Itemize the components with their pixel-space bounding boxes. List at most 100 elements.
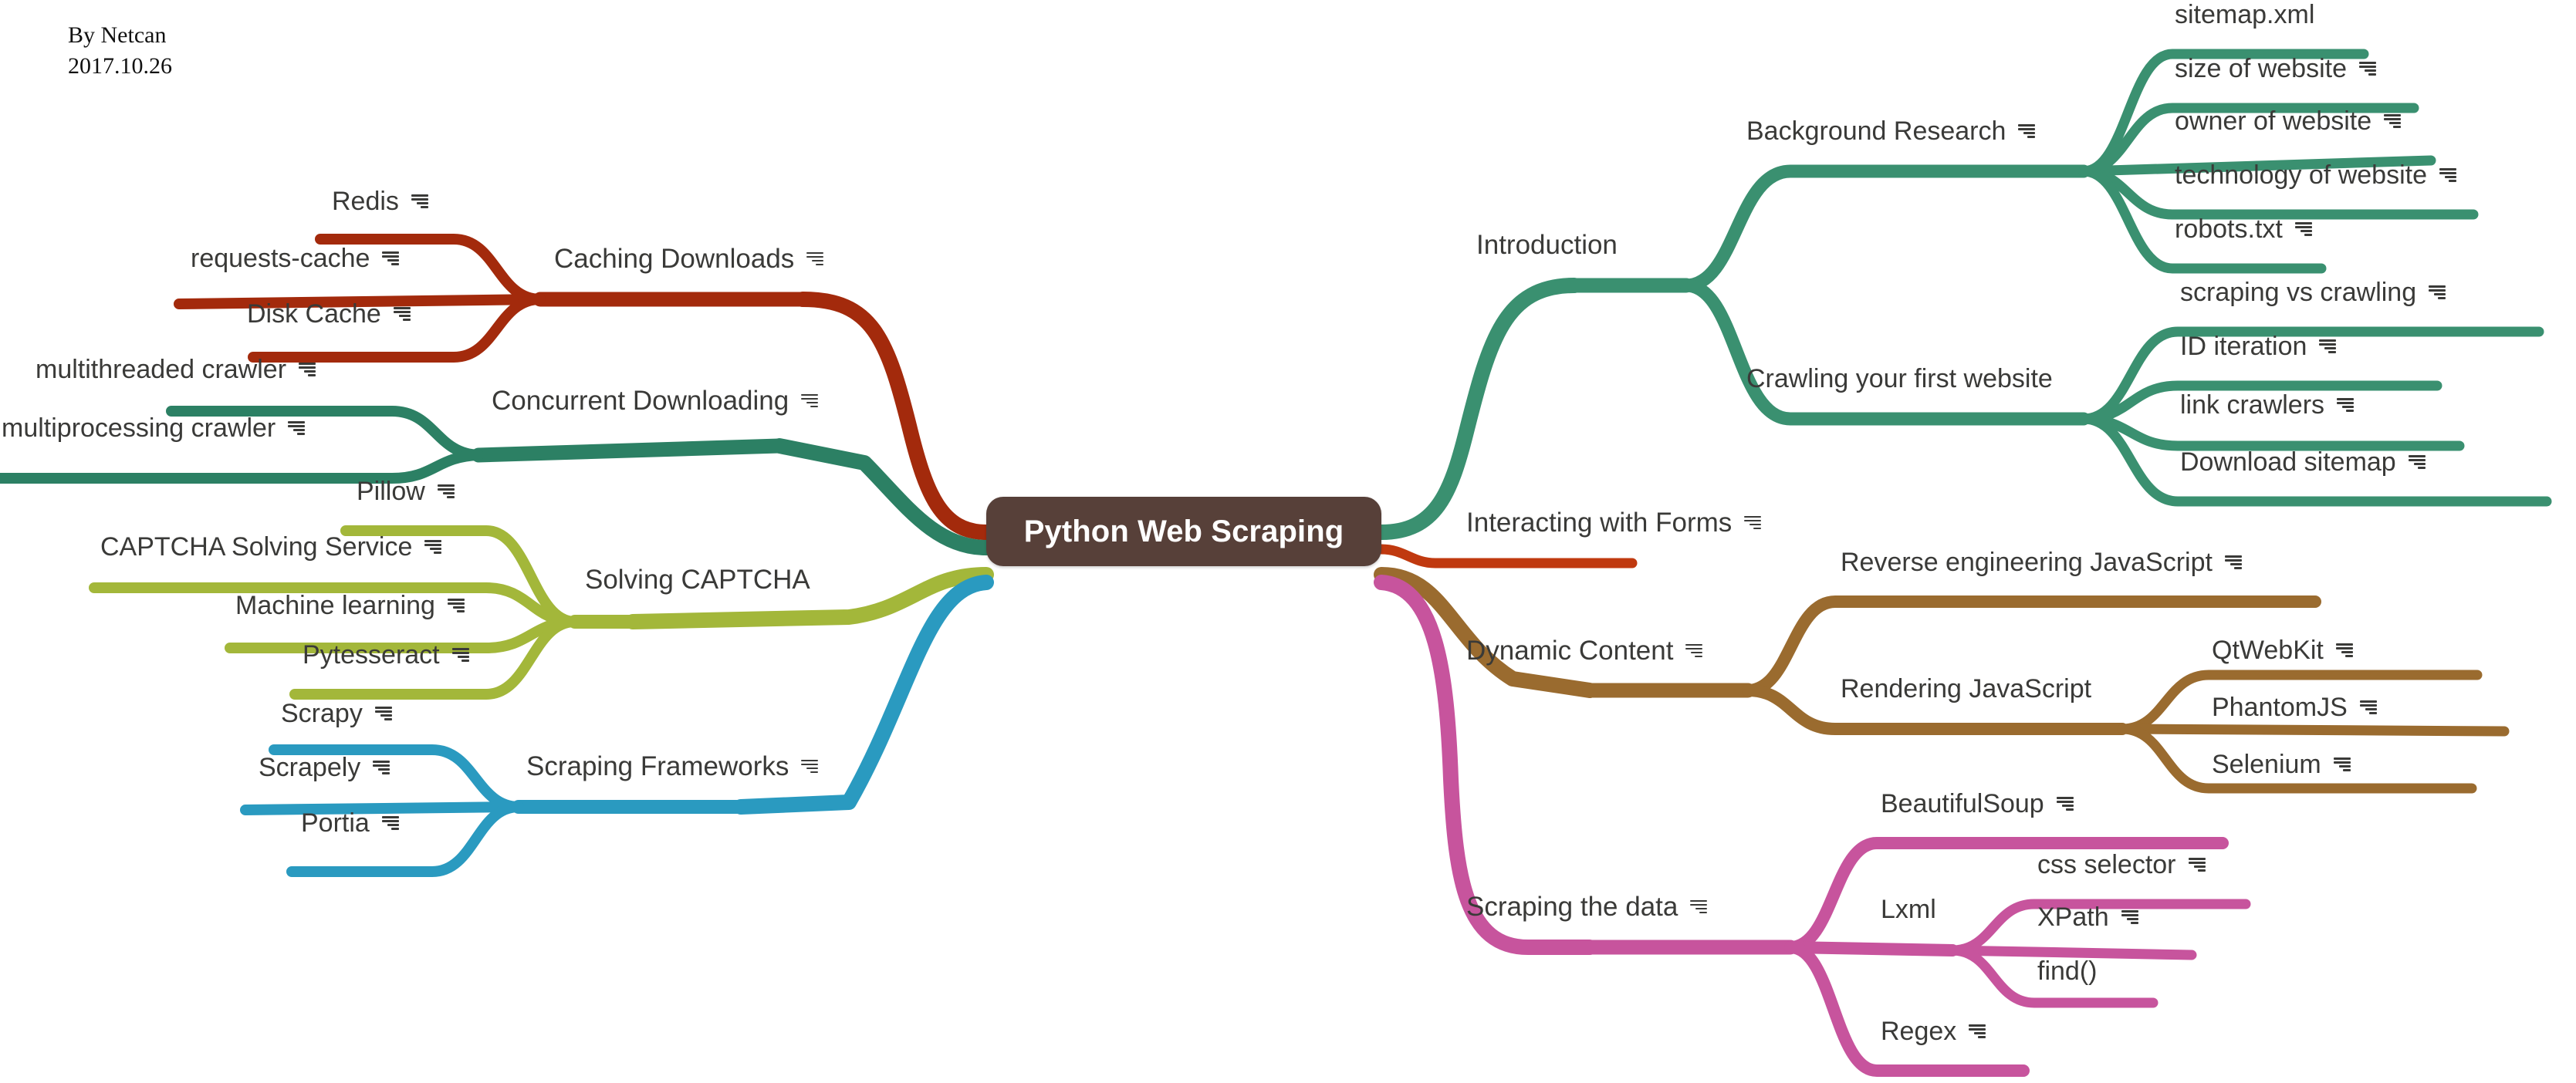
node-concurrent-downloading[interactable]: Concurrent Downloading	[492, 386, 819, 416]
note-icon[interactable]	[2337, 398, 2355, 412]
note-icon[interactable]	[2333, 757, 2351, 771]
root-node[interactable]: Python Web Scraping	[986, 497, 1381, 566]
node-label: requests-cache	[191, 244, 370, 273]
node-lxml[interactable]: Lxml	[1881, 896, 1936, 923]
node-label: Regex	[1881, 1017, 1957, 1046]
node-size-of-website[interactable]: size of website	[2175, 56, 2376, 82]
node-find[interactable]: find()	[2037, 958, 2097, 984]
note-icon[interactable]	[2294, 222, 2312, 236]
note-icon[interactable]	[2359, 62, 2376, 76]
node-interacting-with-forms[interactable]: Interacting with Forms	[1466, 508, 1762, 538]
note-icon[interactable]	[2121, 910, 2138, 924]
note-icon[interactable]	[424, 540, 442, 554]
node-captcha-solving-service[interactable]: CAPTCHA Solving Service	[100, 534, 442, 560]
node-requests-cache[interactable]: requests-cache	[191, 244, 400, 273]
node-label: Concurrent Downloading	[492, 386, 789, 416]
node-redis[interactable]: Redis	[332, 188, 428, 214]
note-icon[interactable]	[2056, 797, 2074, 811]
note-icon[interactable]	[2018, 124, 2036, 138]
node-scraping-the-data[interactable]: Scraping the data	[1466, 893, 1708, 920]
note-icon[interactable]	[2188, 858, 2206, 872]
node-multithreaded-crawler[interactable]: multithreaded crawler	[35, 356, 316, 383]
node-label: Pillow	[357, 477, 425, 506]
node-label: link crawlers	[2180, 390, 2325, 420]
note-icon[interactable]	[2429, 285, 2446, 299]
note-icon[interactable]	[1685, 643, 1703, 658]
node-dynamic-content[interactable]: Dynamic Content	[1466, 637, 1703, 664]
node-caching-downloads[interactable]: Caching Downloads	[554, 245, 824, 272]
node-selenium[interactable]: Selenium	[2212, 751, 2351, 778]
node-robots-txt[interactable]: robots.txt	[2175, 216, 2312, 242]
node-multiprocessing-crawler[interactable]: multiprocessing crawler	[2, 415, 306, 441]
node-label: sitemap.xml	[2175, 0, 2315, 29]
note-icon[interactable]	[437, 484, 455, 498]
node-label: Scrapy	[281, 699, 363, 728]
note-icon[interactable]	[1690, 899, 1708, 914]
note-icon[interactable]	[801, 759, 819, 774]
node-technology-of-website[interactable]: technology of website	[2175, 162, 2456, 188]
node-link-crawlers[interactable]: link crawlers	[2180, 390, 2355, 420]
note-icon[interactable]	[2224, 555, 2242, 569]
node-phantomjs[interactable]: PhantomJS	[2212, 694, 2377, 720]
node-disk-cache[interactable]: Disk Cache	[247, 301, 411, 327]
node-crawling-your-first-website[interactable]: Crawling your first website	[1746, 366, 2053, 392]
node-qtwebkit[interactable]: QtWebKit	[2212, 637, 2353, 663]
node-owner-of-website[interactable]: owner of website	[2175, 106, 2402, 136]
node-label: BeautifulSoup	[1881, 789, 2044, 818]
node-machine-learning[interactable]: Machine learning	[235, 592, 465, 619]
note-icon[interactable]	[393, 307, 411, 321]
node-label: PhantomJS	[2212, 693, 2348, 722]
node-scrapely[interactable]: Scrapely	[259, 754, 390, 781]
node-background-research[interactable]: Background Research	[1746, 118, 2036, 144]
node-portia[interactable]: Portia	[301, 810, 399, 836]
node-introduction[interactable]: Introduction	[1476, 231, 1618, 258]
node-id-iteration[interactable]: ID iteration	[2180, 333, 2337, 359]
node-label: Crawling your first website	[1746, 364, 2053, 393]
note-icon[interactable]	[447, 599, 465, 612]
mindmap-canvas: By Netcan 2017.10.26 Python Web Scraping…	[0, 0, 2576, 1083]
node-xpath[interactable]: XPath	[2037, 904, 2138, 930]
node-label: Solving CAPTCHA	[585, 565, 810, 595]
note-icon[interactable]	[801, 393, 819, 408]
note-icon[interactable]	[2439, 168, 2456, 182]
note-icon[interactable]	[2335, 643, 2353, 657]
node-rendering-javascript[interactable]: Rendering JavaScript	[1841, 676, 2091, 702]
node-label: Rendering JavaScript	[1841, 674, 2092, 703]
wire-lxml-xpath	[1947, 945, 2197, 960]
node-scraping-frameworks[interactable]: Scraping Frameworks	[526, 753, 819, 780]
node-label: Interacting with Forms	[1466, 508, 1733, 538]
node-solving-captcha[interactable]: Solving CAPTCHA	[585, 566, 810, 593]
node-css-selector[interactable]: css selector	[2037, 852, 2206, 878]
note-icon[interactable]	[1969, 1024, 1986, 1038]
note-icon[interactable]	[2359, 700, 2377, 714]
wire-introduction-background-research	[1679, 164, 2091, 292]
wire-root-interacting-with-forms	[1376, 544, 1638, 568]
note-icon[interactable]	[806, 251, 824, 266]
node-scraping-vs-crawling[interactable]: scraping vs crawling	[2180, 279, 2446, 305]
node-pillow[interactable]: Pillow	[357, 478, 455, 504]
node-label: Reverse engineering JavaScript	[1841, 548, 2213, 577]
node-download-sitemap[interactable]: Download sitemap	[2180, 449, 2426, 475]
node-reverse-engineering-javascript[interactable]: Reverse engineering JavaScript	[1841, 549, 2242, 575]
node-beautifulsoup[interactable]: BeautifulSoup	[1881, 791, 2074, 817]
note-icon[interactable]	[2408, 455, 2426, 469]
note-icon[interactable]	[411, 194, 428, 208]
node-label: owner of website	[2175, 106, 2372, 136]
note-icon[interactable]	[299, 363, 316, 376]
note-icon[interactable]	[374, 707, 392, 720]
node-regex[interactable]: Regex	[1881, 1018, 1986, 1044]
note-icon[interactable]	[1744, 515, 1762, 530]
note-icon[interactable]	[2319, 339, 2337, 353]
node-scrapy[interactable]: Scrapy	[281, 700, 392, 727]
note-icon[interactable]	[2384, 114, 2402, 128]
node-pytesseract[interactable]: Pytesseract	[303, 642, 469, 668]
note-icon[interactable]	[451, 648, 469, 662]
node-sitemap-xml[interactable]: sitemap.xml	[2175, 2, 2314, 28]
node-label: XPath	[2037, 902, 2109, 932]
note-icon[interactable]	[381, 816, 399, 830]
note-icon[interactable]	[382, 251, 400, 265]
node-label: Disk Cache	[247, 299, 381, 329]
note-icon[interactable]	[373, 761, 390, 774]
node-label: Download sitemap	[2180, 447, 2396, 477]
note-icon[interactable]	[288, 421, 306, 435]
